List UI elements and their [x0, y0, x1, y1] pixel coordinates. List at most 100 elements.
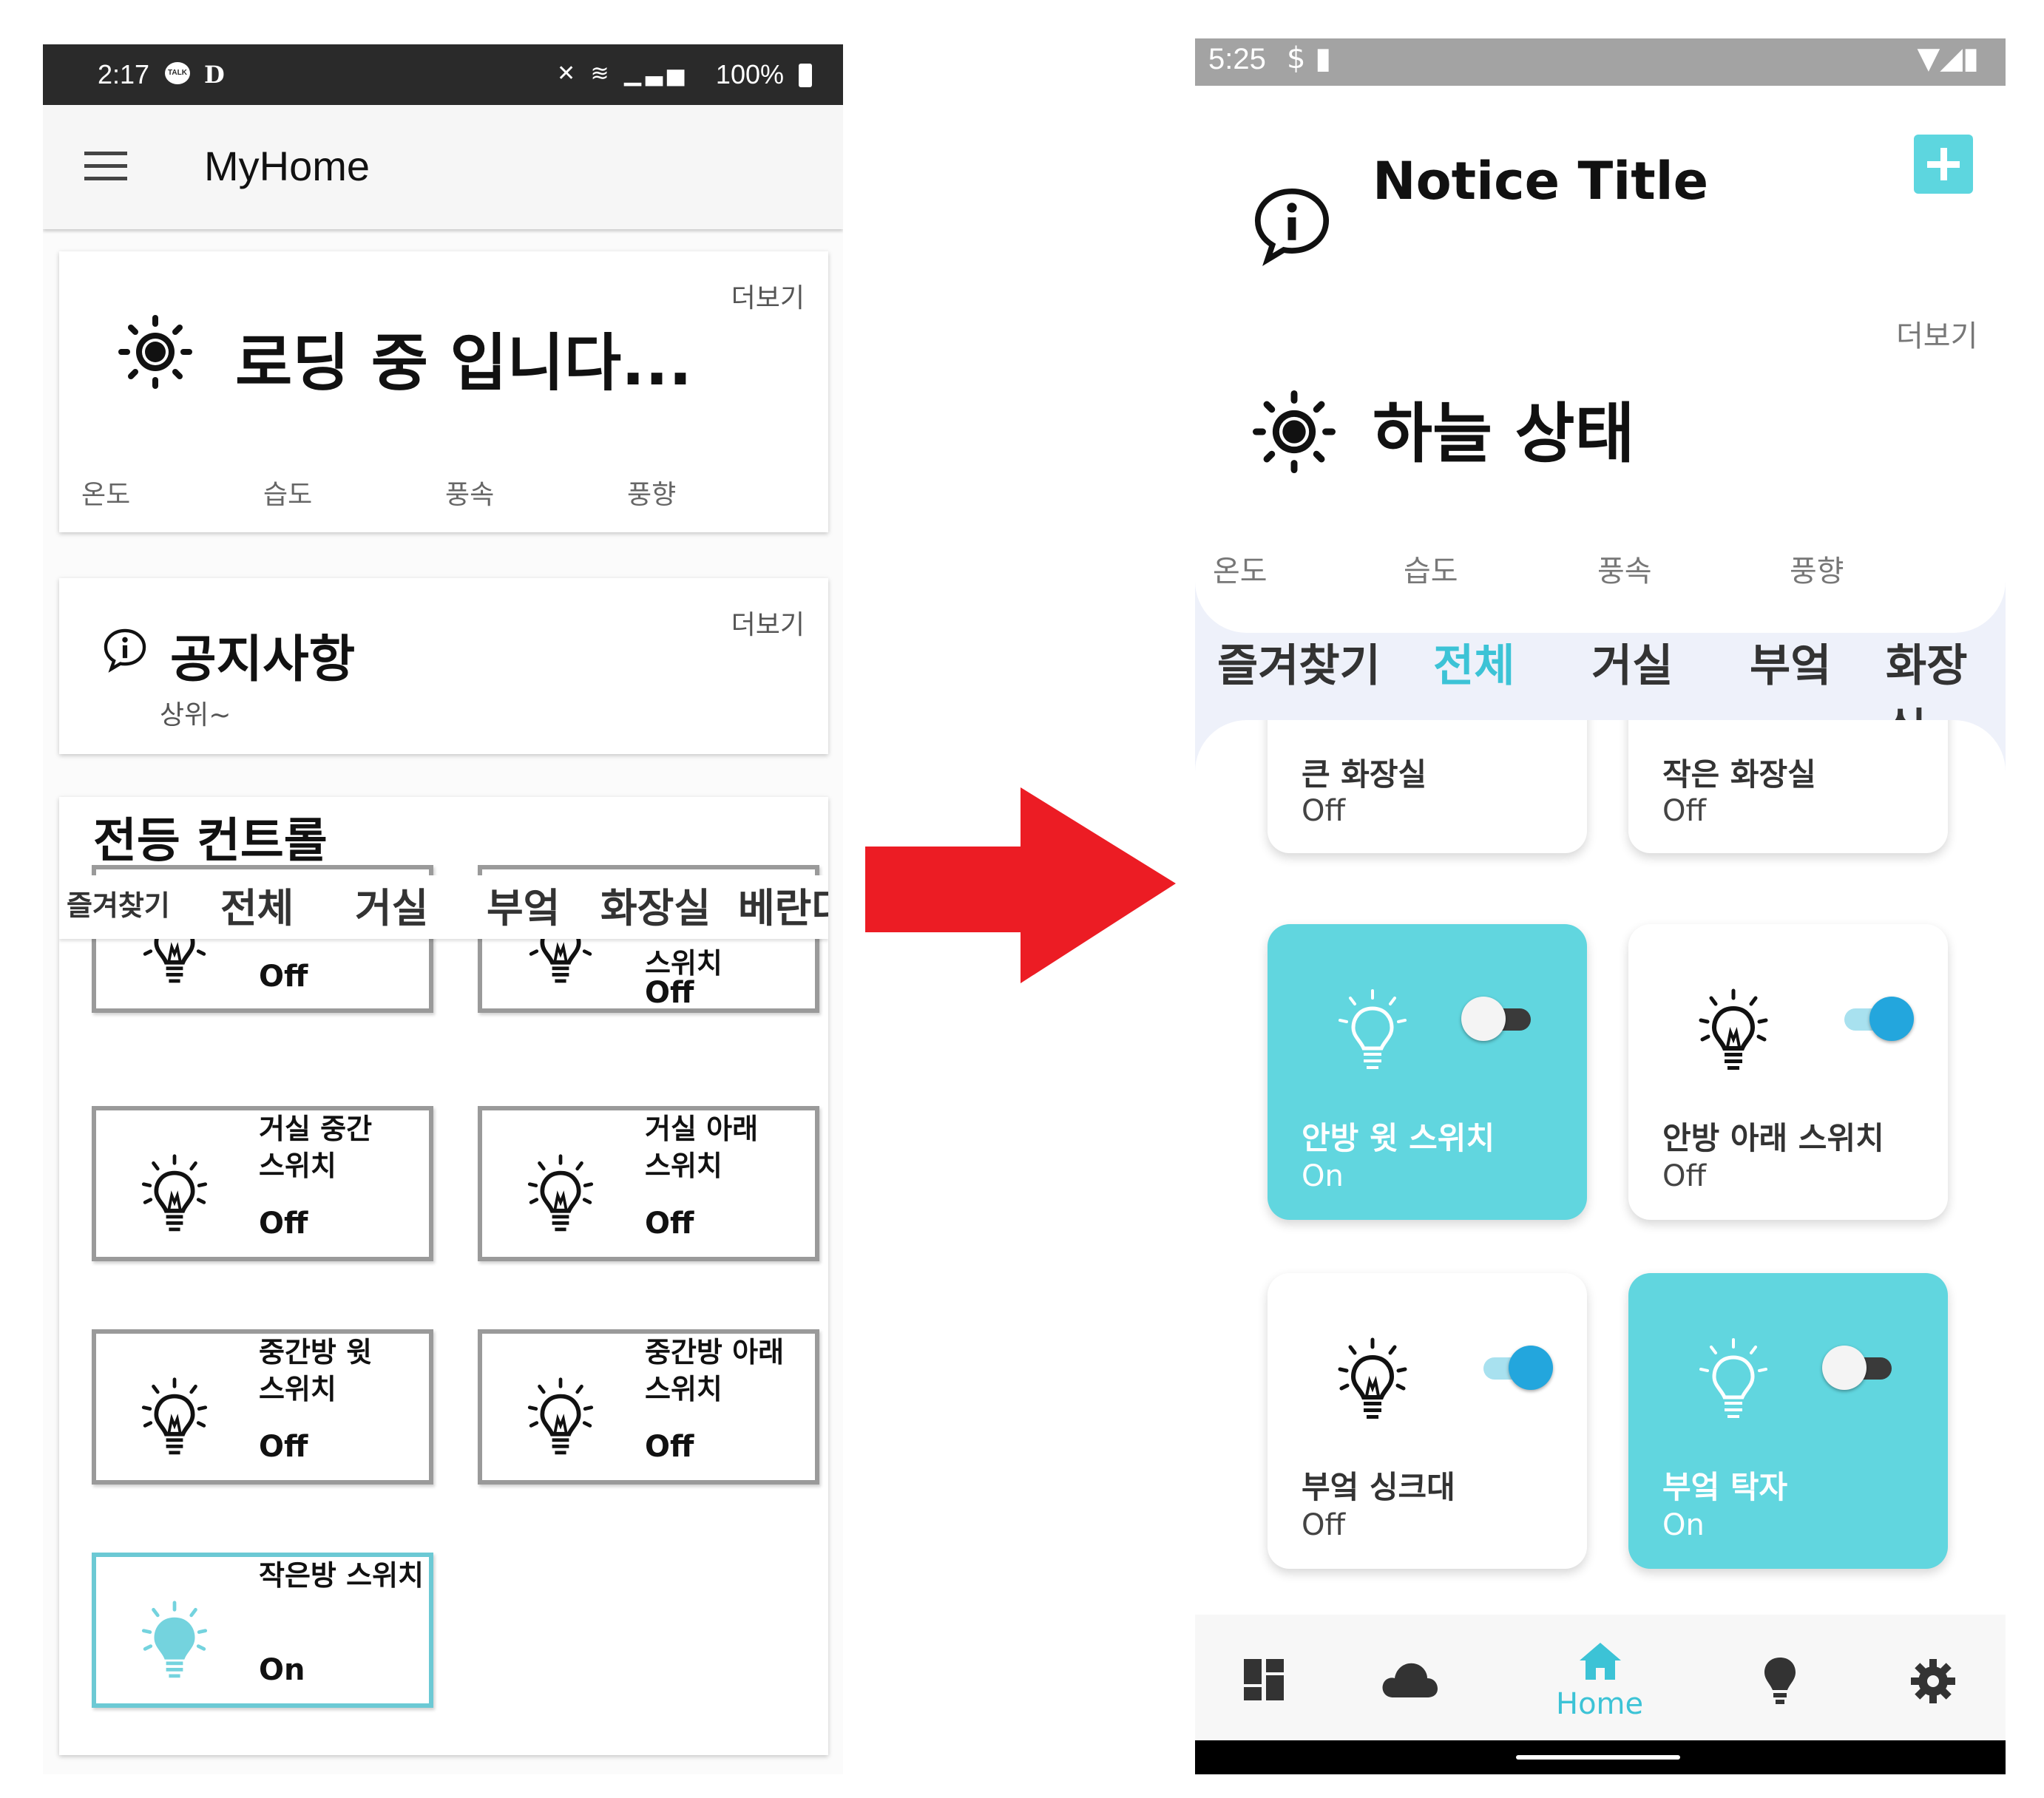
- light-tile[interactable]: 부엌 싱크대 Off: [1268, 1273, 1587, 1569]
- weather-title: 로딩 중 입니다...: [235, 327, 692, 399]
- weather-title: 하늘 상태: [1373, 396, 1635, 472]
- light-control-title: 전등 컨트롤: [93, 814, 328, 869]
- light-state: Off: [1302, 1508, 1346, 1542]
- light-state: On: [1302, 1159, 1344, 1193]
- metric-temperature: 온도: [1213, 554, 1268, 588]
- light-tile[interactable]: 중간방 윗 스위치 Off: [92, 1329, 433, 1485]
- light-tile[interactable]: 안방 아래 스위치 Off: [1628, 924, 1948, 1220]
- tab-favorites[interactable]: 즐겨찾기: [67, 883, 170, 923]
- light-tile-active[interactable]: 작은방 스위치 On: [92, 1553, 433, 1708]
- light-tile[interactable]: 작은 화장실 Off: [1628, 720, 1948, 853]
- lightbulb-on-icon: [141, 1600, 209, 1681]
- system-navigation-bar: [1195, 1740, 2006, 1774]
- light-name: 안방 아래 스위치: [1662, 1120, 1884, 1156]
- light-tile-active[interactable]: 부엌 탁자 On: [1628, 1273, 1948, 1569]
- tab-favorites[interactable]: 즐겨찾기: [1217, 630, 1381, 694]
- cloud-icon[interactable]: [1380, 1660, 1439, 1699]
- lightbulb-icon: [1698, 1337, 1769, 1422]
- light-tile-active[interactable]: 안방 윗 스위치 On: [1268, 924, 1587, 1220]
- notification-d-icon: D: [204, 61, 225, 89]
- light-name: 중간방 아래 스위치: [645, 1336, 785, 1405]
- info-bubble-icon: [102, 627, 148, 673]
- light-name: 안방 윗 스위치: [1302, 1120, 1495, 1156]
- dashboard-icon[interactable]: [1242, 1658, 1287, 1702]
- mute-wifi-signal-icons: ✕ ≋ ▁▃▅: [557, 61, 689, 86]
- room-tabs: 즐겨찾기 전체 거실 부엌 화장실 베란다: [59, 875, 828, 939]
- tab-bathroom[interactable]: 화장실: [600, 875, 711, 934]
- light-control-card: 전등 컨트롤 즐겨찾기 전체 거실 부엌 화장실 베란다 Off 스위치 Off…: [59, 797, 828, 1755]
- light-name: 중간방 윗 스위치: [259, 1336, 373, 1405]
- lightbulb-icon: [141, 1153, 209, 1235]
- menu-icon[interactable]: [84, 152, 127, 181]
- nav-home-label[interactable]: Home: [1556, 1687, 1643, 1721]
- metric-humidity: 습도: [263, 480, 313, 510]
- light-toggle[interactable]: [1840, 997, 1914, 1041]
- metric-temperature: 온도: [81, 480, 131, 510]
- room-tabs: 즐겨찾기 전체 거실 부엌 화장실: [1195, 38, 2006, 756]
- weather-more-link[interactable]: 더보기: [1896, 312, 1977, 355]
- light-state: Off: [645, 1207, 694, 1241]
- sun-icon: [1253, 390, 1336, 473]
- light-grid: 큰 화장실 Off 작은 화장실 Off 안방 윗 스위치 On 안방 아래 스…: [1195, 720, 2006, 1644]
- notice-more-link[interactable]: 더보기: [731, 603, 805, 642]
- settings-icon[interactable]: [1909, 1658, 1957, 1705]
- light-toggle[interactable]: [1822, 1346, 1896, 1390]
- metric-wind-direction: 풍향: [1790, 554, 1844, 588]
- light-tile[interactable]: 큰 화장실 Off: [1268, 720, 1587, 853]
- light-state: Off: [259, 960, 308, 994]
- weather-more-link[interactable]: 더보기: [731, 277, 805, 315]
- light-name: 작은방 스위치: [259, 1559, 424, 1592]
- tab-living-room[interactable]: 거실: [355, 875, 428, 934]
- light-tile[interactable]: 중간방 아래 스위치 Off: [478, 1329, 819, 1485]
- notice-title[interactable]: Notice Title: [1373, 151, 1708, 211]
- light-state: Off: [1302, 794, 1346, 828]
- home-icon[interactable]: [1577, 1640, 1624, 1681]
- light-name: 부엌 탁자: [1662, 1469, 1788, 1505]
- info-bubble-icon: [1251, 185, 1333, 266]
- status-time: 5:25: [1208, 43, 1266, 75]
- wifi-signal-battery-icons: ▼◢▮: [1917, 41, 1979, 75]
- light-name: 부엌 싱크대: [1302, 1469, 1455, 1505]
- status-time: 2:17: [98, 59, 150, 89]
- sync-sd-icons: $ ▮: [1287, 41, 1332, 75]
- metric-wind-speed: 풍속: [445, 480, 495, 510]
- light-state: Off: [645, 976, 694, 1010]
- kakaotalk-icon: TALK: [165, 62, 190, 84]
- tab-kitchen[interactable]: 부엌: [1750, 630, 1831, 694]
- notice-title: 공지사항: [170, 631, 356, 689]
- light-toggle[interactable]: [1479, 1346, 1553, 1390]
- light-state: Off: [1662, 1159, 1707, 1193]
- bottom-navigation: Home: [1195, 1615, 2006, 1740]
- home-gesture-handle[interactable]: [1516, 1755, 1680, 1760]
- light-state: Off: [1662, 794, 1707, 828]
- light-name: 거실 중간 스위치: [259, 1113, 373, 1182]
- app-title: MyHome: [204, 143, 370, 189]
- tab-all[interactable]: 전체: [220, 875, 294, 934]
- lightbulb-icon: [527, 1377, 595, 1458]
- notice-body: 상위~: [160, 700, 231, 730]
- status-bar: 2:17 TALK D ✕ ≋ ▁▃▅ 100%: [43, 44, 843, 105]
- light-state: On: [1662, 1508, 1705, 1542]
- tab-living-room[interactable]: 거실: [1591, 630, 1673, 694]
- tab-all[interactable]: 전체: [1433, 630, 1515, 694]
- tab-veranda[interactable]: 베란다: [738, 875, 828, 934]
- light-state: Off: [259, 1430, 308, 1464]
- light-state: Off: [259, 1207, 308, 1241]
- tab-kitchen[interactable]: 부엌: [487, 875, 560, 934]
- light-name: 작은 화장실: [1662, 756, 1816, 793]
- notice-card[interactable]: 더보기 공지사항 상위~: [59, 578, 828, 754]
- light-tile[interactable]: 거실 아래 스위치 Off: [478, 1106, 819, 1261]
- lightbulb-icon[interactable]: [1762, 1656, 1798, 1708]
- lightbulb-icon: [141, 1377, 209, 1458]
- battery-icon: [799, 64, 812, 87]
- left-phone-screen: 2:17 TALK D ✕ ≋ ▁▃▅ 100% MyHome 더보기 로딩 중…: [43, 44, 843, 1774]
- metric-wind-speed: 풍속: [1597, 554, 1652, 588]
- metric-humidity: 습도: [1404, 554, 1458, 588]
- light-name: 거실 아래 스위치: [645, 1113, 759, 1182]
- add-button[interactable]: [1914, 135, 1973, 194]
- light-name: 큰 화장실: [1302, 756, 1427, 793]
- light-toggle[interactable]: [1461, 997, 1535, 1041]
- sun-icon: [118, 315, 192, 389]
- lightbulb-icon: [1337, 1337, 1408, 1422]
- light-tile[interactable]: 거실 중간 스위치 Off: [92, 1106, 433, 1261]
